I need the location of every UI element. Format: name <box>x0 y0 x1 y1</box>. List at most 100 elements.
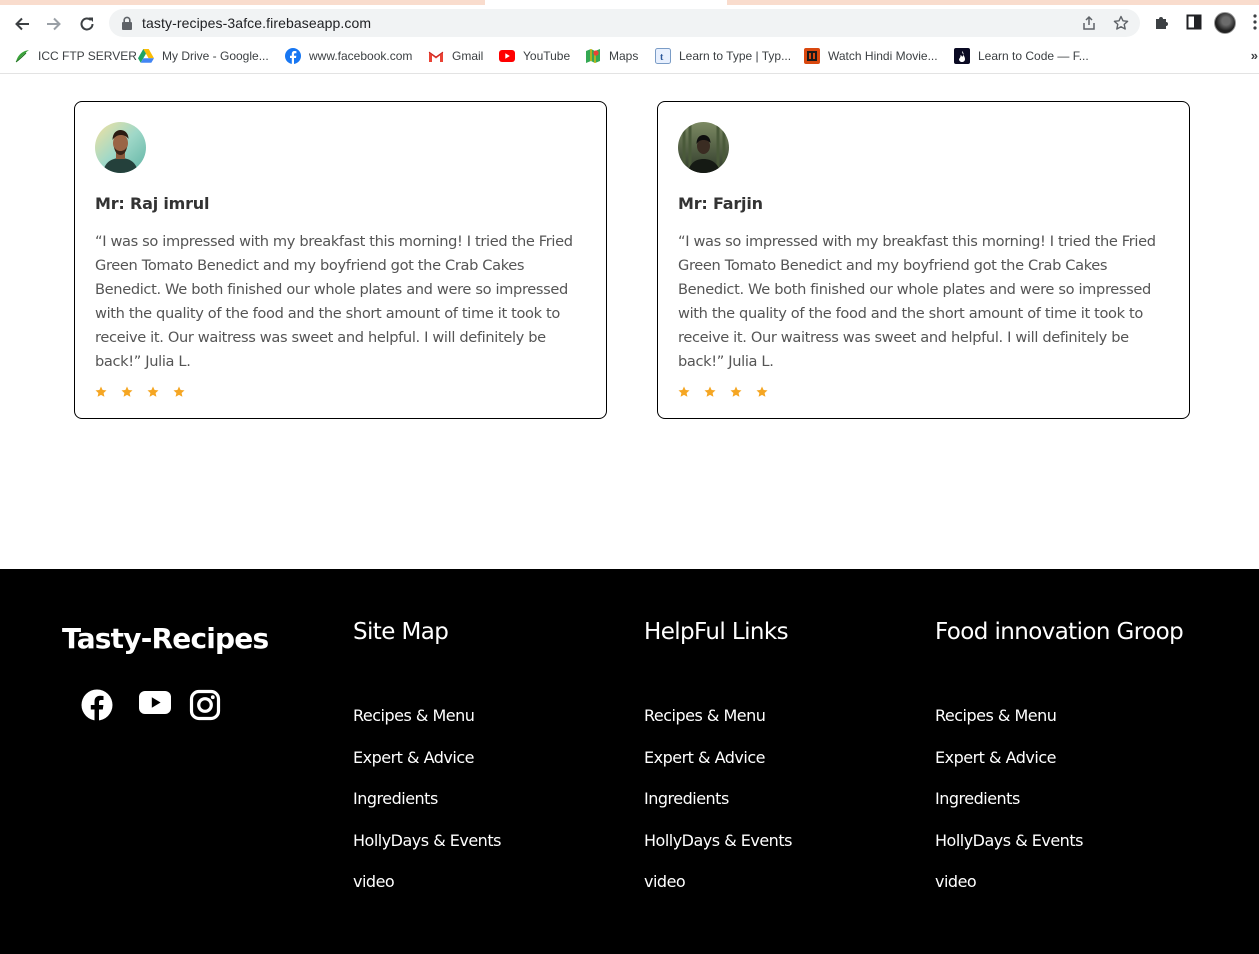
footer-link[interactable]: HollyDays & Events <box>353 831 643 873</box>
footer-link[interactable]: video <box>935 872 1255 914</box>
browser-toolbar: tasty-recipes-3afce.firebaseapp.com <box>0 7 1259 40</box>
extensions-puzzle-icon[interactable] <box>1153 14 1170 31</box>
star-icon <box>678 386 690 397</box>
footer-link-list: Recipes & Menu Expert & Advice Ingredien… <box>644 706 934 914</box>
instagram-icon <box>189 689 221 721</box>
footer-link[interactable]: Ingredients <box>644 789 934 831</box>
star-icon <box>756 386 768 397</box>
bookmark-google-drive[interactable]: My Drive - Google... <box>138 47 269 65</box>
bookmark-learn-to-code[interactable]: Learn to Code — F... <box>954 47 1089 65</box>
tab-background <box>727 0 1259 5</box>
bookmark-label: My Drive - Google... <box>162 49 269 63</box>
bookmark-label: www.facebook.com <box>309 49 413 63</box>
footer-brand: Tasty-Recipes <box>62 622 269 655</box>
bookmark-maps[interactable]: Maps <box>585 47 638 65</box>
bookmark-label: ICC FTP SERVER <box>38 49 137 63</box>
bookmark-label: YouTube <box>523 49 571 63</box>
footer-column-title: Food innovation Groop <box>935 619 1184 645</box>
star-icon <box>704 386 716 397</box>
footer-link[interactable]: Recipes & Menu <box>644 706 934 748</box>
bookmark-gmail[interactable]: Gmail <box>428 47 483 65</box>
review-text: “I was so impressed with my breakfast th… <box>95 233 573 370</box>
star-icon <box>147 386 159 397</box>
review-card: Mr: Farjin “I was so impressed with my b… <box>657 101 1190 419</box>
footer-column-site-map: Site Map Recipes & Menu Expert & Advice … <box>353 619 643 914</box>
bookmark-facebook[interactable]: www.facebook.com <box>285 47 412 65</box>
lock-icon <box>122 16 132 30</box>
footer-link[interactable]: video <box>644 872 934 914</box>
reviewer-name: Mr: Raj imrul <box>95 194 210 213</box>
gmail-icon <box>428 48 444 64</box>
bookmark-star-icon[interactable] <box>1113 15 1129 31</box>
bookmarks-bar: ICC FTP SERVER My Drive - Google... www.… <box>0 40 1259 74</box>
site-footer: Tasty-Recipes Site Map Recipes & Menu Ex… <box>0 569 1259 954</box>
back-button[interactable] <box>9 11 35 37</box>
facebook-icon <box>81 689 113 721</box>
star-icon <box>173 386 185 397</box>
youtube-link[interactable] <box>139 691 171 719</box>
footer-link[interactable]: HollyDays & Events <box>935 831 1255 873</box>
footer-link[interactable]: Expert & Advice <box>644 748 934 790</box>
footer-column-helpful-links: HelpFul Links Recipes & Menu Expert & Ad… <box>644 619 934 914</box>
star-icon <box>730 386 742 397</box>
bookmark-label: Learn to Code — F... <box>978 49 1089 63</box>
footer-column-title: HelpFul Links <box>644 619 789 645</box>
footer-link[interactable]: Ingredients <box>353 789 643 831</box>
typing-icon: t <box>655 48 671 64</box>
star-rating <box>95 386 199 398</box>
footer-link[interactable]: Ingredients <box>935 789 1255 831</box>
instagram-link[interactable] <box>189 689 221 726</box>
icc-leaf-icon <box>14 48 30 64</box>
facebook-icon <box>285 48 301 64</box>
footer-link[interactable]: Recipes & Menu <box>935 706 1255 748</box>
avatar <box>678 122 729 173</box>
arrow-right-icon <box>47 17 61 31</box>
reviewer-name: Mr: Farjin <box>678 194 763 213</box>
profile-avatar[interactable] <box>1214 12 1236 34</box>
chrome-menu-button[interactable] <box>1253 13 1257 33</box>
bookmark-icc-ftp[interactable]: ICC FTP SERVER <box>14 47 137 65</box>
avatar <box>95 122 146 173</box>
bookmark-hindi-movie[interactable]: Watch Hindi Movie... <box>804 47 938 65</box>
footer-link-list: Recipes & Menu Expert & Advice Ingredien… <box>353 706 643 914</box>
reload-button[interactable] <box>74 11 100 37</box>
footer-column-food-innovation: Food innovation Groop Recipes & Menu Exp… <box>935 619 1255 914</box>
youtube-icon <box>139 691 171 714</box>
footer-column-title: Site Map <box>353 619 449 645</box>
share-icon[interactable] <box>1081 15 1097 31</box>
bookmark-label: Maps <box>609 49 639 63</box>
side-panel-icon[interactable] <box>1186 14 1202 30</box>
url-text[interactable]: tasty-recipes-3afce.firebaseapp.com <box>142 15 371 31</box>
footer-link[interactable]: Recipes & Menu <box>353 706 643 748</box>
google-drive-icon <box>138 48 154 64</box>
bookmarks-overflow-button[interactable]: » <box>1251 48 1258 63</box>
tab-background <box>0 0 485 5</box>
tab-strip <box>0 0 1259 7</box>
bookmark-label: Gmail <box>452 49 484 63</box>
address-bar[interactable]: tasty-recipes-3afce.firebaseapp.com <box>109 9 1140 37</box>
arrow-left-icon <box>15 17 29 31</box>
facebook-link[interactable] <box>81 689 113 726</box>
maps-icon <box>585 48 601 64</box>
footer-link-list: Recipes & Menu Expert & Advice Ingredien… <box>935 706 1255 914</box>
bookmark-youtube[interactable]: YouTube <box>499 47 570 65</box>
page-content: Mr: Raj imrul “I was so impressed with m… <box>0 74 1259 954</box>
reload-icon <box>80 17 94 31</box>
star-icon <box>95 386 107 397</box>
bookmark-label: Watch Hindi Movie... <box>828 49 938 63</box>
footer-link[interactable]: Expert & Advice <box>935 748 1255 790</box>
review-card: Mr: Raj imrul “I was so impressed with m… <box>74 101 607 419</box>
movie-icon <box>804 48 820 64</box>
forward-button[interactable] <box>41 11 67 37</box>
star-rating <box>678 386 782 398</box>
bookmark-label: Learn to Type | Typ... <box>679 49 792 63</box>
footer-link[interactable]: Expert & Advice <box>353 748 643 790</box>
footer-link[interactable]: video <box>353 872 643 914</box>
footer-link[interactable]: HollyDays & Events <box>644 831 934 873</box>
kebab-menu-icon <box>1253 14 1257 30</box>
bookmark-learn-to-type[interactable]: t Learn to Type | Typ... <box>655 47 791 65</box>
freecodecamp-icon <box>954 48 970 64</box>
star-icon <box>121 386 133 397</box>
youtube-icon <box>499 48 515 64</box>
review-text: “I was so impressed with my breakfast th… <box>678 233 1156 370</box>
